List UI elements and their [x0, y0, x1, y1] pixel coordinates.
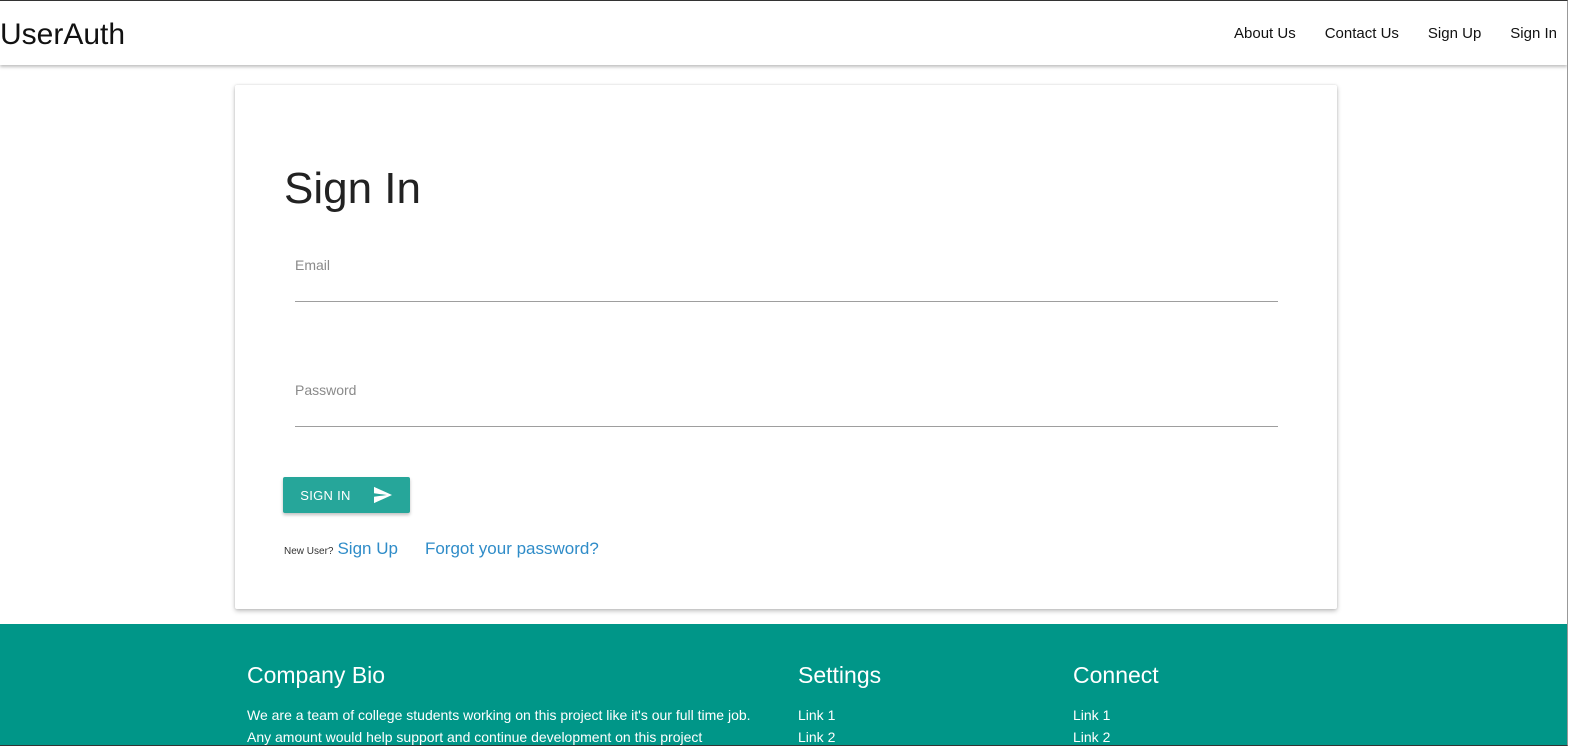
- footer-connect-link-2[interactable]: Link 2: [1073, 726, 1159, 745]
- signin-links-row: New User? Sign Up Forgot your password?: [284, 539, 599, 559]
- send-icon: [373, 486, 392, 504]
- page-footer: Company Bio We are a team of college stu…: [0, 624, 1567, 745]
- new-user-text: New User?: [284, 546, 334, 557]
- page-title: Sign In: [284, 164, 421, 213]
- forgot-password-link[interactable]: Forgot your password?: [425, 539, 599, 559]
- footer-settings-column: Settings Link 1 Link 2: [798, 660, 882, 745]
- footer-settings-link-1[interactable]: Link 1: [798, 704, 881, 726]
- top-navbar: UserAuth About Us Contact Us Sign Up Sig…: [0, 1, 1567, 65]
- footer-connect-link-1[interactable]: Link 1: [1073, 704, 1159, 726]
- password-label: Password: [295, 382, 357, 398]
- password-field[interactable]: [295, 404, 1278, 427]
- nav-links: About Us Contact Us Sign Up Sign In: [1205, 1, 1557, 65]
- footer-bio-text: We are a team of college students workin…: [247, 707, 751, 745]
- sign-up-link[interactable]: Sign Up: [337, 539, 397, 559]
- footer-settings-heading: Settings: [798, 662, 882, 688]
- footer-settings-link-2[interactable]: Link 2: [798, 726, 881, 745]
- footer-connect-column: Connect Link 1 Link 2: [1073, 660, 1159, 745]
- email-label: Email: [295, 257, 331, 273]
- nav-about-us[interactable]: About Us: [1234, 25, 1296, 42]
- sign-in-button[interactable]: SIGN IN: [283, 477, 410, 513]
- signin-card: Sign In Email Password SIGN IN New User?…: [235, 85, 1337, 609]
- brand-logo[interactable]: UserAuth: [0, 17, 125, 53]
- nav-sign-up[interactable]: Sign Up: [1428, 25, 1481, 42]
- email-field[interactable]: [295, 279, 1278, 302]
- nav-sign-in[interactable]: Sign In: [1510, 25, 1557, 42]
- sign-in-button-label: SIGN IN: [300, 487, 351, 503]
- nav-contact-us[interactable]: Contact Us: [1325, 25, 1399, 42]
- footer-bio-column: Company Bio We are a team of college stu…: [247, 660, 777, 745]
- footer-connect-heading: Connect: [1073, 662, 1159, 688]
- app-window: UserAuth About Us Contact Us Sign Up Sig…: [0, 0, 1568, 746]
- footer-bio-heading: Company Bio: [247, 662, 386, 688]
